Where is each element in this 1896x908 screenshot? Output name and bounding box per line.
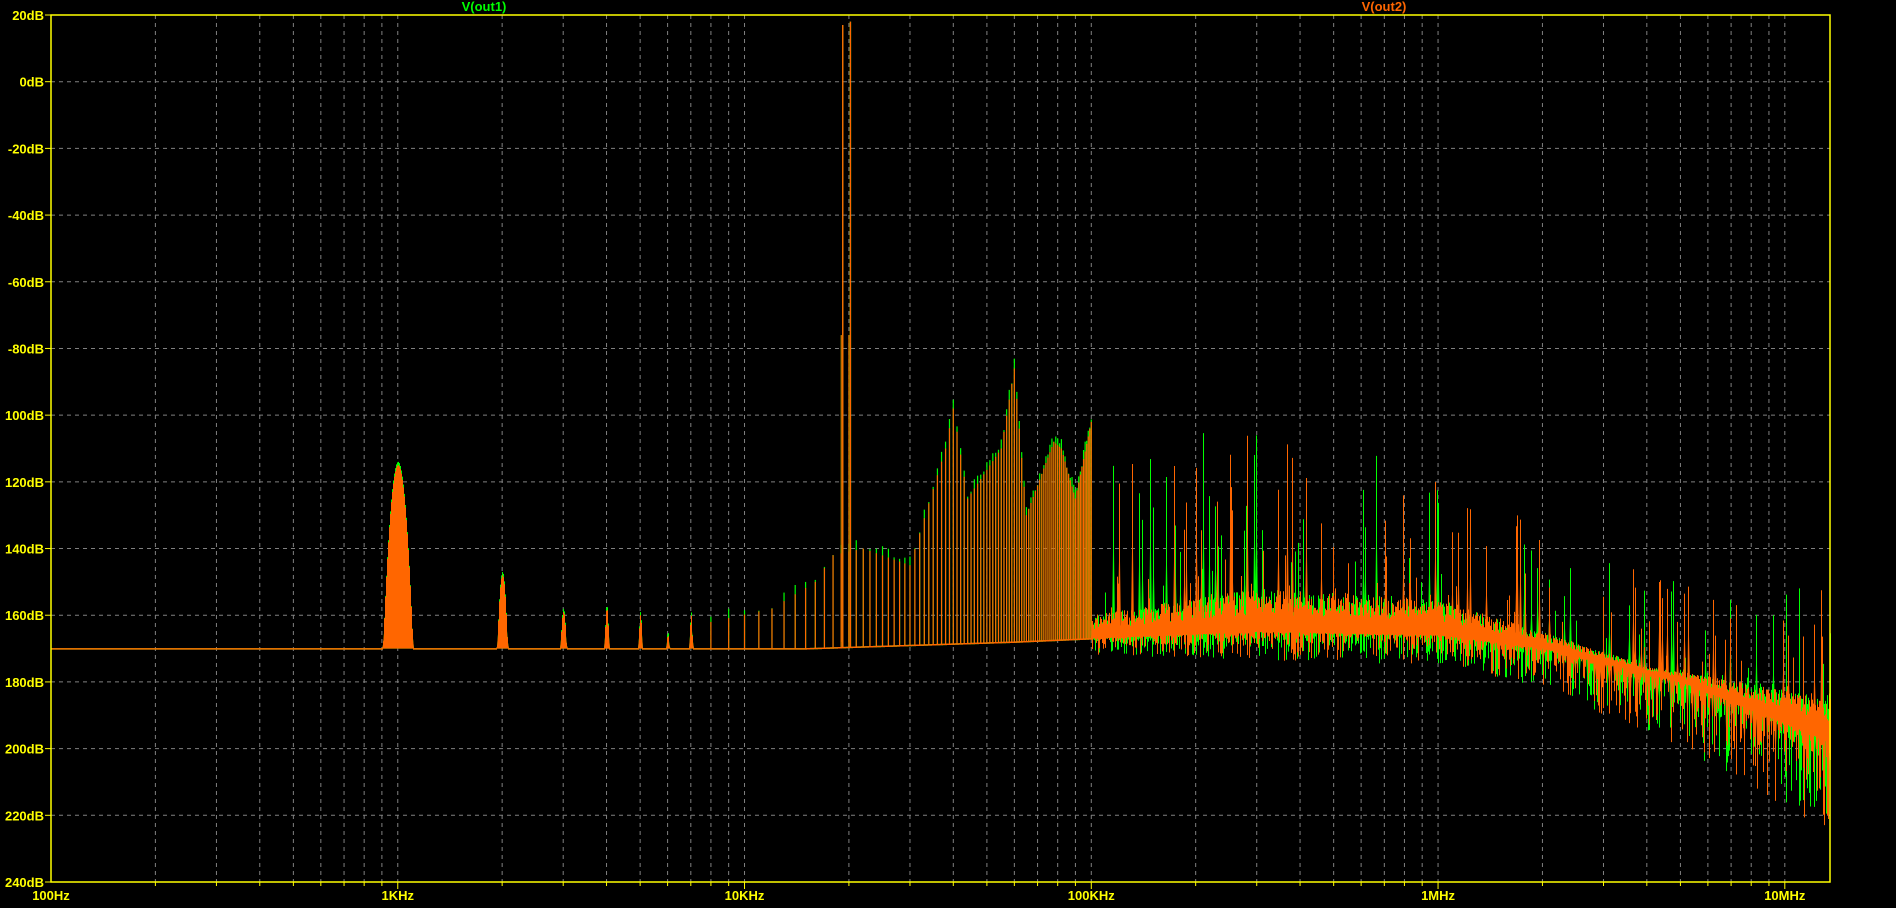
y-tick-label: -20dB — [8, 141, 44, 156]
y-tick-label: 100dB — [5, 408, 44, 423]
x-tick-label: 1MHz — [1421, 888, 1455, 903]
traces — [51, 21, 1831, 826]
y-tick-label: -60dB — [8, 275, 44, 290]
x-tick-label: 100Hz — [32, 888, 70, 903]
y-tick-label: 160dB — [5, 608, 44, 623]
y-tick-label: 180dB — [5, 675, 44, 690]
spectrum-chart: 20dB 0dB -20dB -40dB -60dB -80dB 100dB 120dB 140… — [5, 0, 1831, 903]
y-tick-label: 0dB — [19, 75, 44, 90]
y-tick-label: 20dB — [12, 8, 44, 23]
plot-frame — [50, 14, 1831, 883]
legend-v-out2[interactable]: V(out2) — [1362, 0, 1407, 14]
y-tick-label: 220dB — [5, 808, 44, 823]
axes: 20dB 0dB -20dB -40dB -60dB -80dB 100dB 120dB 140… — [5, 8, 1831, 903]
x-tick-label: 100KHz — [1068, 888, 1115, 903]
y-tick-label: 120dB — [5, 475, 44, 490]
grid — [51, 15, 1830, 882]
y-tick-label: -40dB — [8, 208, 44, 223]
y-tick-label: -80dB — [8, 341, 44, 356]
y-tick-label: 140dB — [5, 542, 44, 557]
x-tick-label: 1KHz — [382, 888, 415, 903]
x-tick-label: 10MHz — [1764, 888, 1806, 903]
legend-v-out1[interactable]: V(out1) — [462, 0, 507, 14]
x-tick-label: 10KHz — [725, 888, 765, 903]
y-tick-label: 200dB — [5, 742, 44, 757]
